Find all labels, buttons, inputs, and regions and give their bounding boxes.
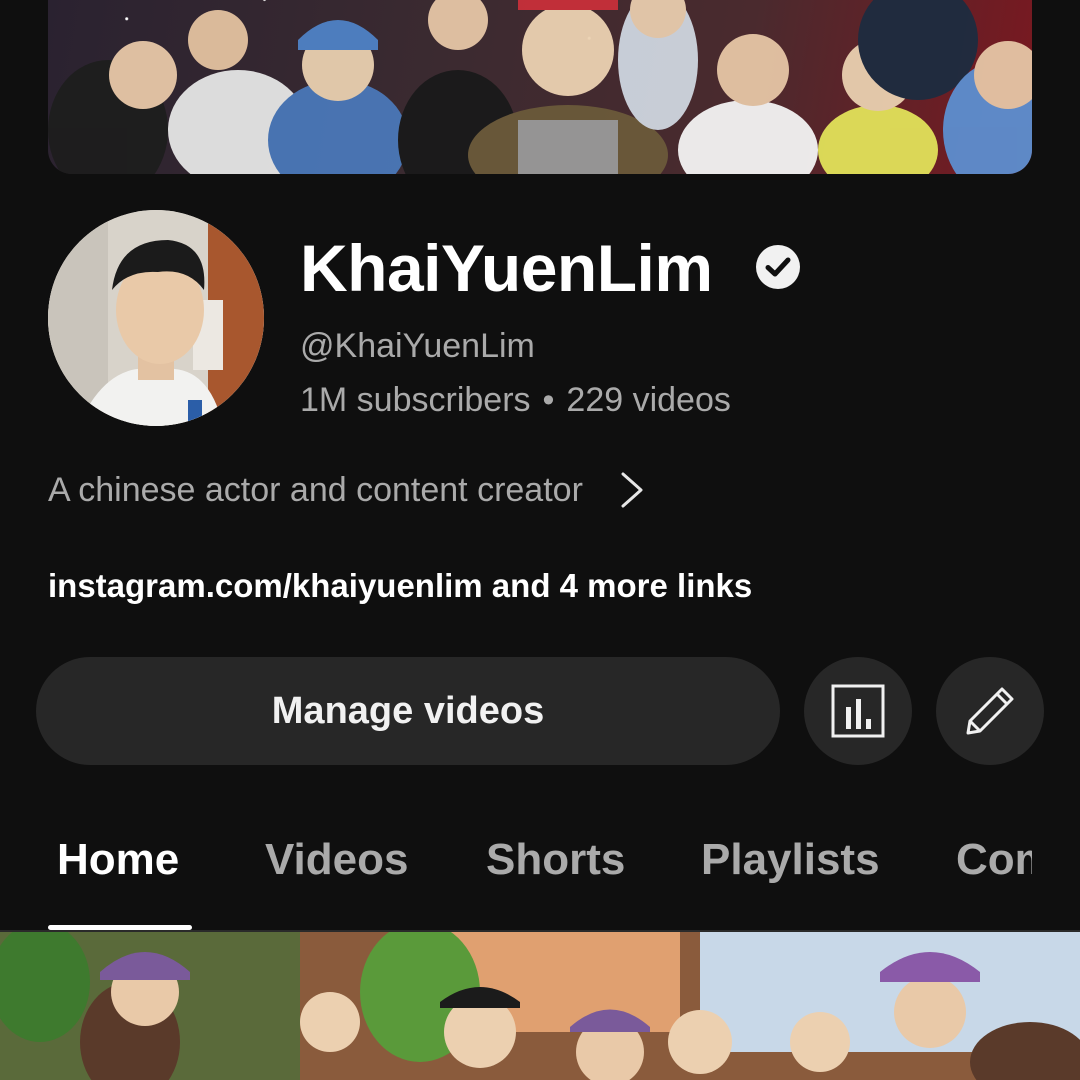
channel-description[interactable]: A chinese actor and content creator <box>48 466 645 514</box>
stats-separator: • <box>542 381 555 419</box>
tab-shorts[interactable]: Shorts <box>486 832 625 888</box>
verified-check-icon <box>756 245 800 289</box>
featured-video-thumbnail[interactable] <box>0 932 1080 1080</box>
analytics-button[interactable] <box>804 657 912 765</box>
channel-avatar[interactable] <box>48 210 264 426</box>
edit-channel-button[interactable] <box>936 657 1044 765</box>
manage-videos-button[interactable]: Manage videos <box>36 657 780 765</box>
description-text: A chinese actor and content creator <box>48 470 583 509</box>
tab-home[interactable]: Home <box>57 832 179 888</box>
channel-stats: 1M subscribers • 229 videos <box>300 378 731 422</box>
tab-playlists[interactable]: Playlists <box>701 832 880 888</box>
channel-handle: @KhaiYuenLim <box>300 327 535 365</box>
analytics-icon <box>831 684 885 738</box>
subscriber-count: 1M subscribers <box>300 381 531 419</box>
video-count: 229 videos <box>566 381 731 419</box>
channel-banner <box>48 0 1032 174</box>
thumbnail-image <box>0 932 1080 1080</box>
channel-name: KhaiYuenLim <box>300 231 713 305</box>
channel-page: KhaiYuenLim @KhaiYuenLim 1M subscribers •… <box>0 0 1080 1080</box>
chevron-right-icon <box>621 472 643 508</box>
banner-collage-image <box>48 0 1032 174</box>
tab-videos[interactable]: Videos <box>265 832 408 888</box>
pencil-icon <box>966 687 1014 735</box>
channel-tabs: Home Videos Shorts Playlists Community <box>0 820 1032 932</box>
channel-links[interactable]: instagram.com/khaiyuenlim and 4 more lin… <box>48 564 752 608</box>
avatar-photo <box>48 210 264 426</box>
tab-community[interactable]: Community <box>956 832 1032 888</box>
